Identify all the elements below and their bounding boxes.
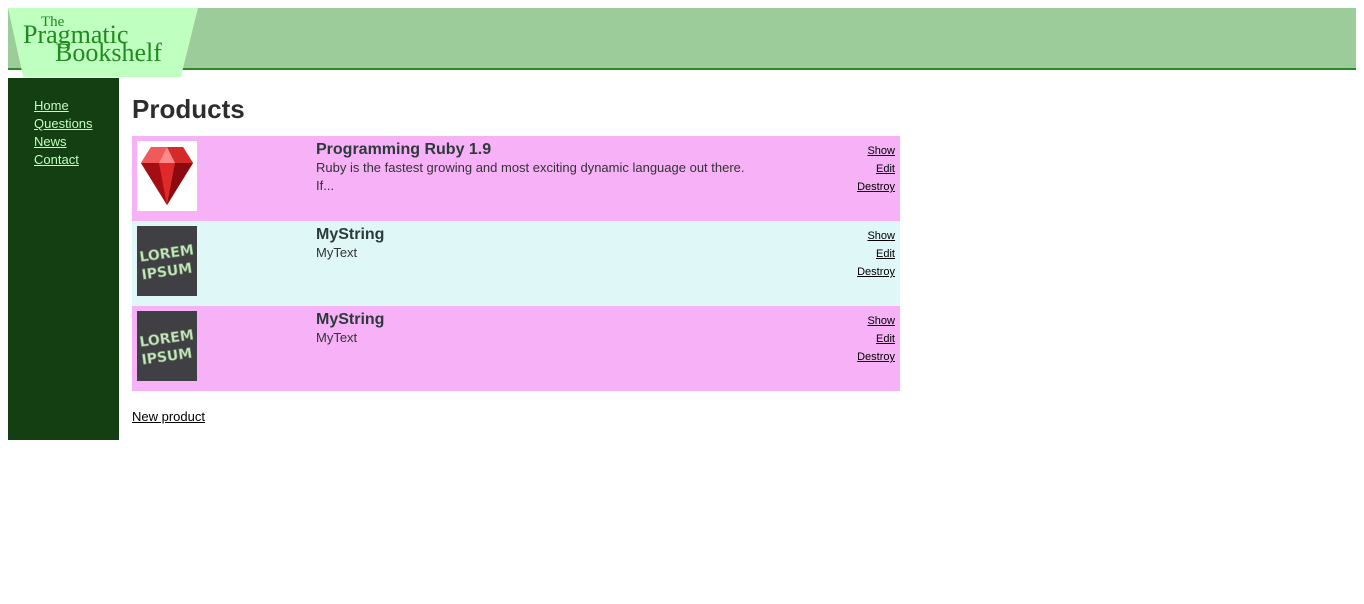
nav-link-questions[interactable]: Questions — [34, 116, 93, 131]
show-link[interactable]: Show — [857, 227, 895, 245]
product-description: MyText — [316, 245, 358, 260]
destroy-link[interactable]: Destroy — [857, 348, 895, 366]
pragmatic-bookshelf-logo: The Pragmatic Bookshelf — [8, 8, 198, 77]
product-actions: Show Edit Destroy — [857, 312, 895, 366]
product-row: LOREM IPSUM MyString MyText Show Edit De… — [132, 306, 900, 391]
product-actions: Show Edit Destroy — [857, 142, 895, 196]
sidebar-nav: Home Questions News Contact — [34, 97, 93, 169]
product-list: Programming Ruby 1.9 Ruby is the fastest… — [132, 136, 900, 391]
product-row: Programming Ruby 1.9 Ruby is the fastest… — [132, 136, 900, 221]
edit-link[interactable]: Edit — [857, 160, 895, 178]
sidebar-item-contact: Contact — [34, 151, 93, 169]
product-description: MyText — [316, 330, 358, 345]
sidebar: Home Questions News Contact — [8, 78, 119, 440]
show-link[interactable]: Show — [857, 312, 895, 330]
edit-link[interactable]: Edit — [857, 330, 895, 348]
show-link[interactable]: Show — [857, 142, 895, 160]
nav-link-contact[interactable]: Contact — [34, 152, 79, 167]
sidebar-item-questions: Questions — [34, 115, 93, 133]
edit-link[interactable]: Edit — [857, 245, 895, 263]
product-title: MyString — [316, 311, 385, 328]
nav-link-home[interactable]: Home — [34, 98, 69, 113]
nav-link-news[interactable]: News — [34, 134, 67, 149]
product-description: Ruby is the fastest growing and most exc… — [316, 160, 745, 193]
new-product-link[interactable]: New product — [132, 409, 205, 425]
destroy-link[interactable]: Destroy — [857, 178, 895, 196]
lorem-ipsum-image: LOREM IPSUM — [137, 311, 197, 381]
product-row: LOREM IPSUM MyString MyText Show Edit De… — [132, 221, 900, 306]
sidebar-item-news: News — [34, 133, 93, 151]
header-banner — [8, 8, 1356, 70]
logo-line-3: Bookshelf — [55, 38, 162, 67]
lorem-ipsum-image: LOREM IPSUM — [137, 226, 197, 296]
sidebar-item-home: Home — [34, 97, 93, 115]
product-title: MyString — [316, 226, 385, 243]
page-title: Products — [132, 94, 245, 124]
product-actions: Show Edit Destroy — [857, 227, 895, 281]
product-title: Programming Ruby 1.9 — [316, 141, 492, 158]
ruby-gem-image — [137, 141, 197, 211]
destroy-link[interactable]: Destroy — [857, 263, 895, 281]
